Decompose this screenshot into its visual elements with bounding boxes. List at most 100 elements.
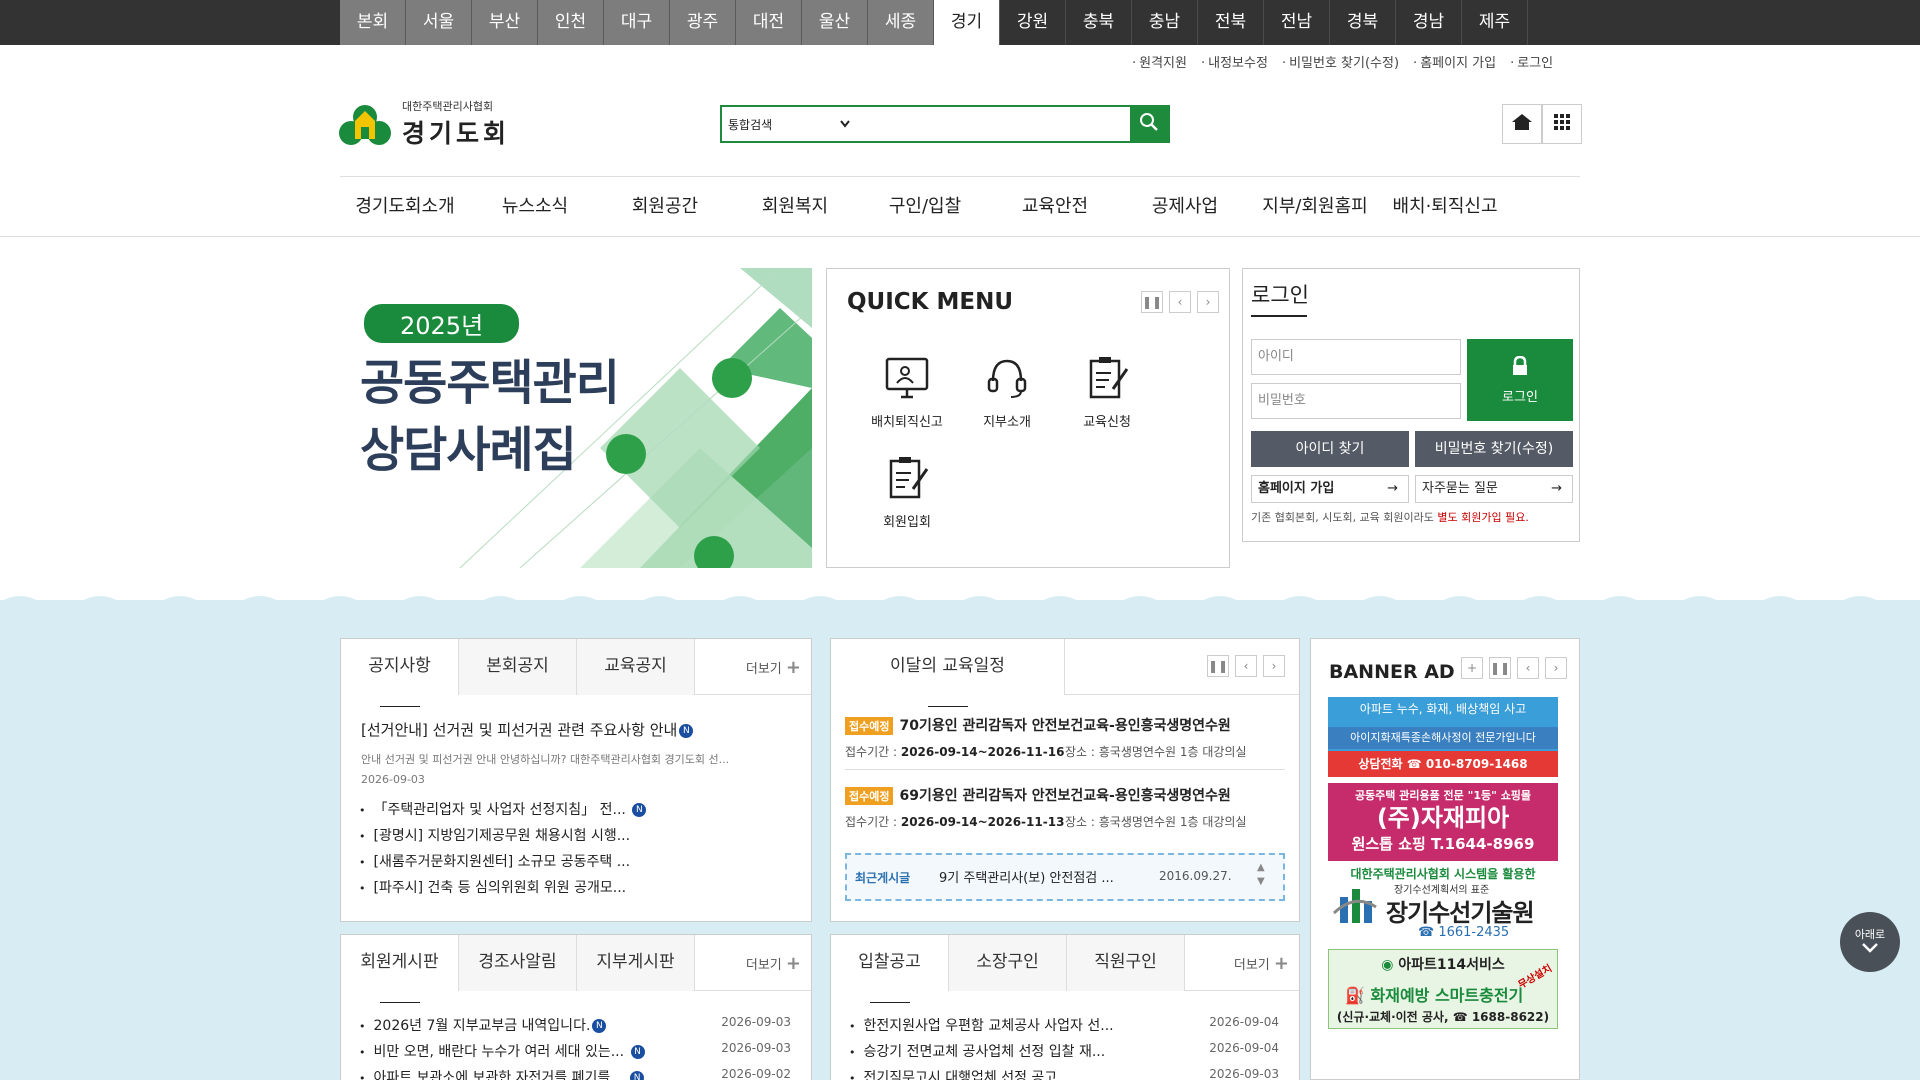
- region-tab[interactable]: 서울: [406, 0, 472, 45]
- pause-button[interactable]: ❚❚: [1141, 291, 1163, 313]
- more-link[interactable]: 더보기 +: [1234, 953, 1289, 974]
- region-tab[interactable]: 부산: [472, 0, 538, 45]
- region-tab[interactable]: 울산: [802, 0, 868, 45]
- nav-item[interactable]: 뉴스소식: [470, 177, 600, 237]
- region-tab[interactable]: 광주: [670, 0, 736, 45]
- tab-family-events[interactable]: 경조사알림: [459, 935, 577, 991]
- tab-manager-jobs[interactable]: 소장구인: [949, 935, 1067, 991]
- banner-ad-insurance[interactable]: 아파트 누수, 화재, 배상책임 사고 아이지화재특종손해사정이 전문가입니다 …: [1328, 697, 1558, 777]
- nav-item[interactable]: 지부/회원홈피: [1250, 177, 1380, 237]
- list-item[interactable]: [파주시] 건축 등 심의위원회 위원 공개모...: [359, 877, 627, 897]
- table-row[interactable]: 전기직무고시 대행업체 선정 공고: [849, 1067, 1058, 1080]
- table-row[interactable]: 비만 오면, 배란다 누수가 여러 세대 있는... N: [359, 1041, 645, 1061]
- banner-ad-jajaepia[interactable]: 공동주택 관리용품 전문 "1등" 쇼핑몰 (주)자재피아 원스톱 쇼핑 T.1…: [1328, 783, 1558, 861]
- search-scope-select[interactable]: 통합검색: [722, 107, 862, 141]
- new-badge-icon: N: [630, 1071, 645, 1080]
- region-tab[interactable]: 충남: [1132, 0, 1198, 45]
- region-tab-active[interactable]: 경기: [934, 0, 1000, 45]
- table-row[interactable]: 승강기 전면교체 공사업체 선정 입찰 재...: [849, 1041, 1106, 1061]
- next-button[interactable]: ›: [1263, 655, 1285, 677]
- featured-notice-title[interactable]: [선거안내] 선거권 및 피선거권 관련 주요사항 안내 N: [361, 719, 694, 740]
- prev-button[interactable]: ‹: [1235, 655, 1257, 677]
- tab-branch-board[interactable]: 지부게시판: [577, 935, 695, 991]
- faq-link[interactable]: 자주묻는 질문 →: [1415, 475, 1573, 503]
- more-link[interactable]: 더보기 +: [746, 657, 801, 678]
- quick-item-branch[interactable]: 지부소개: [957, 355, 1057, 430]
- region-tab[interactable]: 경북: [1330, 0, 1396, 45]
- nav-item[interactable]: 경기도회소개: [340, 177, 470, 237]
- banner-ad-smart-charger[interactable]: ◉ 아파트114서비스 무상설치 ⛽ 화재예방 스마트충전기 (신규·교체·이전…: [1328, 949, 1558, 1029]
- nav-item[interactable]: 배치·퇴직신고: [1380, 177, 1510, 237]
- table-row[interactable]: 한전지원사업 우편함 교체공사 사업자 선...: [849, 1015, 1114, 1035]
- banner-text: 아파트 누수, 화재, 배상책임 사고: [1359, 702, 1527, 716]
- quick-item-label: 지부소개: [983, 415, 1031, 430]
- banner-text: 아이지화재특종손해사정이 전문가입니다: [1328, 727, 1558, 749]
- region-tab[interactable]: 제주: [1462, 0, 1528, 45]
- recent-post-ticker[interactable]: 최근게시글 9기 주택관리사(보) 안전점검 ... 2016.09.27. ▲…: [845, 853, 1285, 901]
- banner-ad-longterm-repair[interactable]: 대한주택관리사협회 시스템을 활용한 장기수선계획서의 표준 장기수선기술원 ☎…: [1328, 865, 1558, 945]
- region-tab[interactable]: 본회: [340, 0, 406, 45]
- row-date: 2026-09-03: [1209, 1067, 1279, 1080]
- nav-item[interactable]: 회원공간: [600, 177, 730, 237]
- home-button[interactable]: [1502, 104, 1542, 144]
- quick-item-education[interactable]: 교육신청: [1057, 355, 1157, 430]
- login-id-input[interactable]: 아이디: [1251, 339, 1461, 375]
- edu-item-title[interactable]: 접수예정 70기용인 관리감독자 안전보건교육-용인흥국생명연수원: [845, 715, 1231, 735]
- nav-item[interactable]: 회원복지: [730, 177, 860, 237]
- login-button[interactable]: 로그인: [1467, 339, 1573, 421]
- search-input[interactable]: [862, 107, 1130, 141]
- find-password-button[interactable]: 비밀번호 찾기(수정): [1415, 431, 1573, 467]
- nav-item[interactable]: 교육안전: [990, 177, 1120, 237]
- tab-edu-notice[interactable]: 교육공지: [577, 639, 695, 695]
- list-item[interactable]: [새롬주거문화지원센터] 소규모 공동주택 ...: [359, 851, 631, 871]
- region-tab[interactable]: 전북: [1198, 0, 1264, 45]
- find-id-button[interactable]: 아이디 찾기: [1251, 431, 1409, 467]
- main-visual-banner[interactable]: 2025년 공동주택관리 상담사례집: [340, 268, 812, 568]
- pause-button[interactable]: ❚❚: [1489, 657, 1511, 679]
- next-button[interactable]: ›: [1545, 657, 1567, 679]
- quick-item-membership[interactable]: 회원입회: [857, 455, 957, 530]
- prev-button[interactable]: ‹: [1517, 657, 1539, 679]
- region-tab[interactable]: 충북: [1066, 0, 1132, 45]
- site-logo[interactable]: 대한주택관리사협회 경기도회: [338, 98, 510, 150]
- tab-hq-notice[interactable]: 본회공지: [459, 639, 577, 695]
- quick-item-placement[interactable]: 배치퇴직신고: [857, 355, 957, 430]
- util-link-join[interactable]: 홈페이지 가입: [1413, 52, 1496, 71]
- util-link-login[interactable]: 로그인: [1510, 52, 1553, 71]
- next-button[interactable]: ›: [1197, 291, 1219, 313]
- region-tab[interactable]: 경남: [1396, 0, 1462, 45]
- sitemap-button[interactable]: [1542, 104, 1582, 144]
- table-row[interactable]: 아파트 보관소에 보관한 자전거를 폐기를... N: [359, 1067, 645, 1080]
- tab-member-board[interactable]: 회원게시판: [341, 935, 459, 1003]
- edu-item-title[interactable]: 접수예정 69기용인 관리감독자 안전보건교육-용인흥국생명연수원: [845, 785, 1231, 805]
- tab-staff-jobs[interactable]: 직원구인: [1067, 935, 1185, 991]
- table-row[interactable]: 2026년 7월 지부교부금 내역입니다.N: [359, 1015, 607, 1035]
- scroll-down-button[interactable]: 아래로: [1840, 912, 1900, 972]
- search-button[interactable]: [1130, 107, 1168, 141]
- nav-item[interactable]: 공제사업: [1120, 177, 1250, 237]
- tab-edu-schedule[interactable]: 이달의 교육일정: [831, 639, 1065, 707]
- add-button[interactable]: +: [1461, 657, 1483, 679]
- banner-text-row: ◉ 아파트114서비스: [1329, 950, 1557, 974]
- tab-bids[interactable]: 입찰공고: [831, 935, 949, 1003]
- util-link-find-password[interactable]: 비밀번호 찾기(수정): [1282, 52, 1399, 71]
- region-tab[interactable]: 강원: [1000, 0, 1066, 45]
- region-tab[interactable]: 세종: [868, 0, 934, 45]
- tab-notice[interactable]: 공지사항: [341, 639, 459, 707]
- region-tab[interactable]: 대전: [736, 0, 802, 45]
- join-link[interactable]: 홈페이지 가입 →: [1251, 475, 1409, 503]
- pause-button[interactable]: ❚❚: [1207, 655, 1229, 677]
- login-password-input[interactable]: 비밀번호: [1251, 383, 1461, 419]
- nav-item[interactable]: 구인/입찰: [860, 177, 990, 237]
- region-tab[interactable]: 대구: [604, 0, 670, 45]
- list-item[interactable]: 「주택관리업자 및 사업자 선정지침」 전... N: [359, 799, 647, 819]
- region-tab[interactable]: 인천: [538, 0, 604, 45]
- region-tab[interactable]: 전남: [1264, 0, 1330, 45]
- more-link[interactable]: 더보기 +: [746, 953, 801, 974]
- util-link-remote[interactable]: 원격지원: [1132, 52, 1187, 71]
- ticker-arrows-icon[interactable]: ▲ ▼: [1257, 861, 1265, 889]
- list-item[interactable]: [광명시] 지방임기제공무원 채용시험 시행...: [359, 825, 631, 845]
- util-link-myinfo[interactable]: 내정보수정: [1201, 52, 1268, 71]
- row-date: 2026-09-03: [721, 1015, 791, 1029]
- prev-button[interactable]: ‹: [1169, 291, 1191, 313]
